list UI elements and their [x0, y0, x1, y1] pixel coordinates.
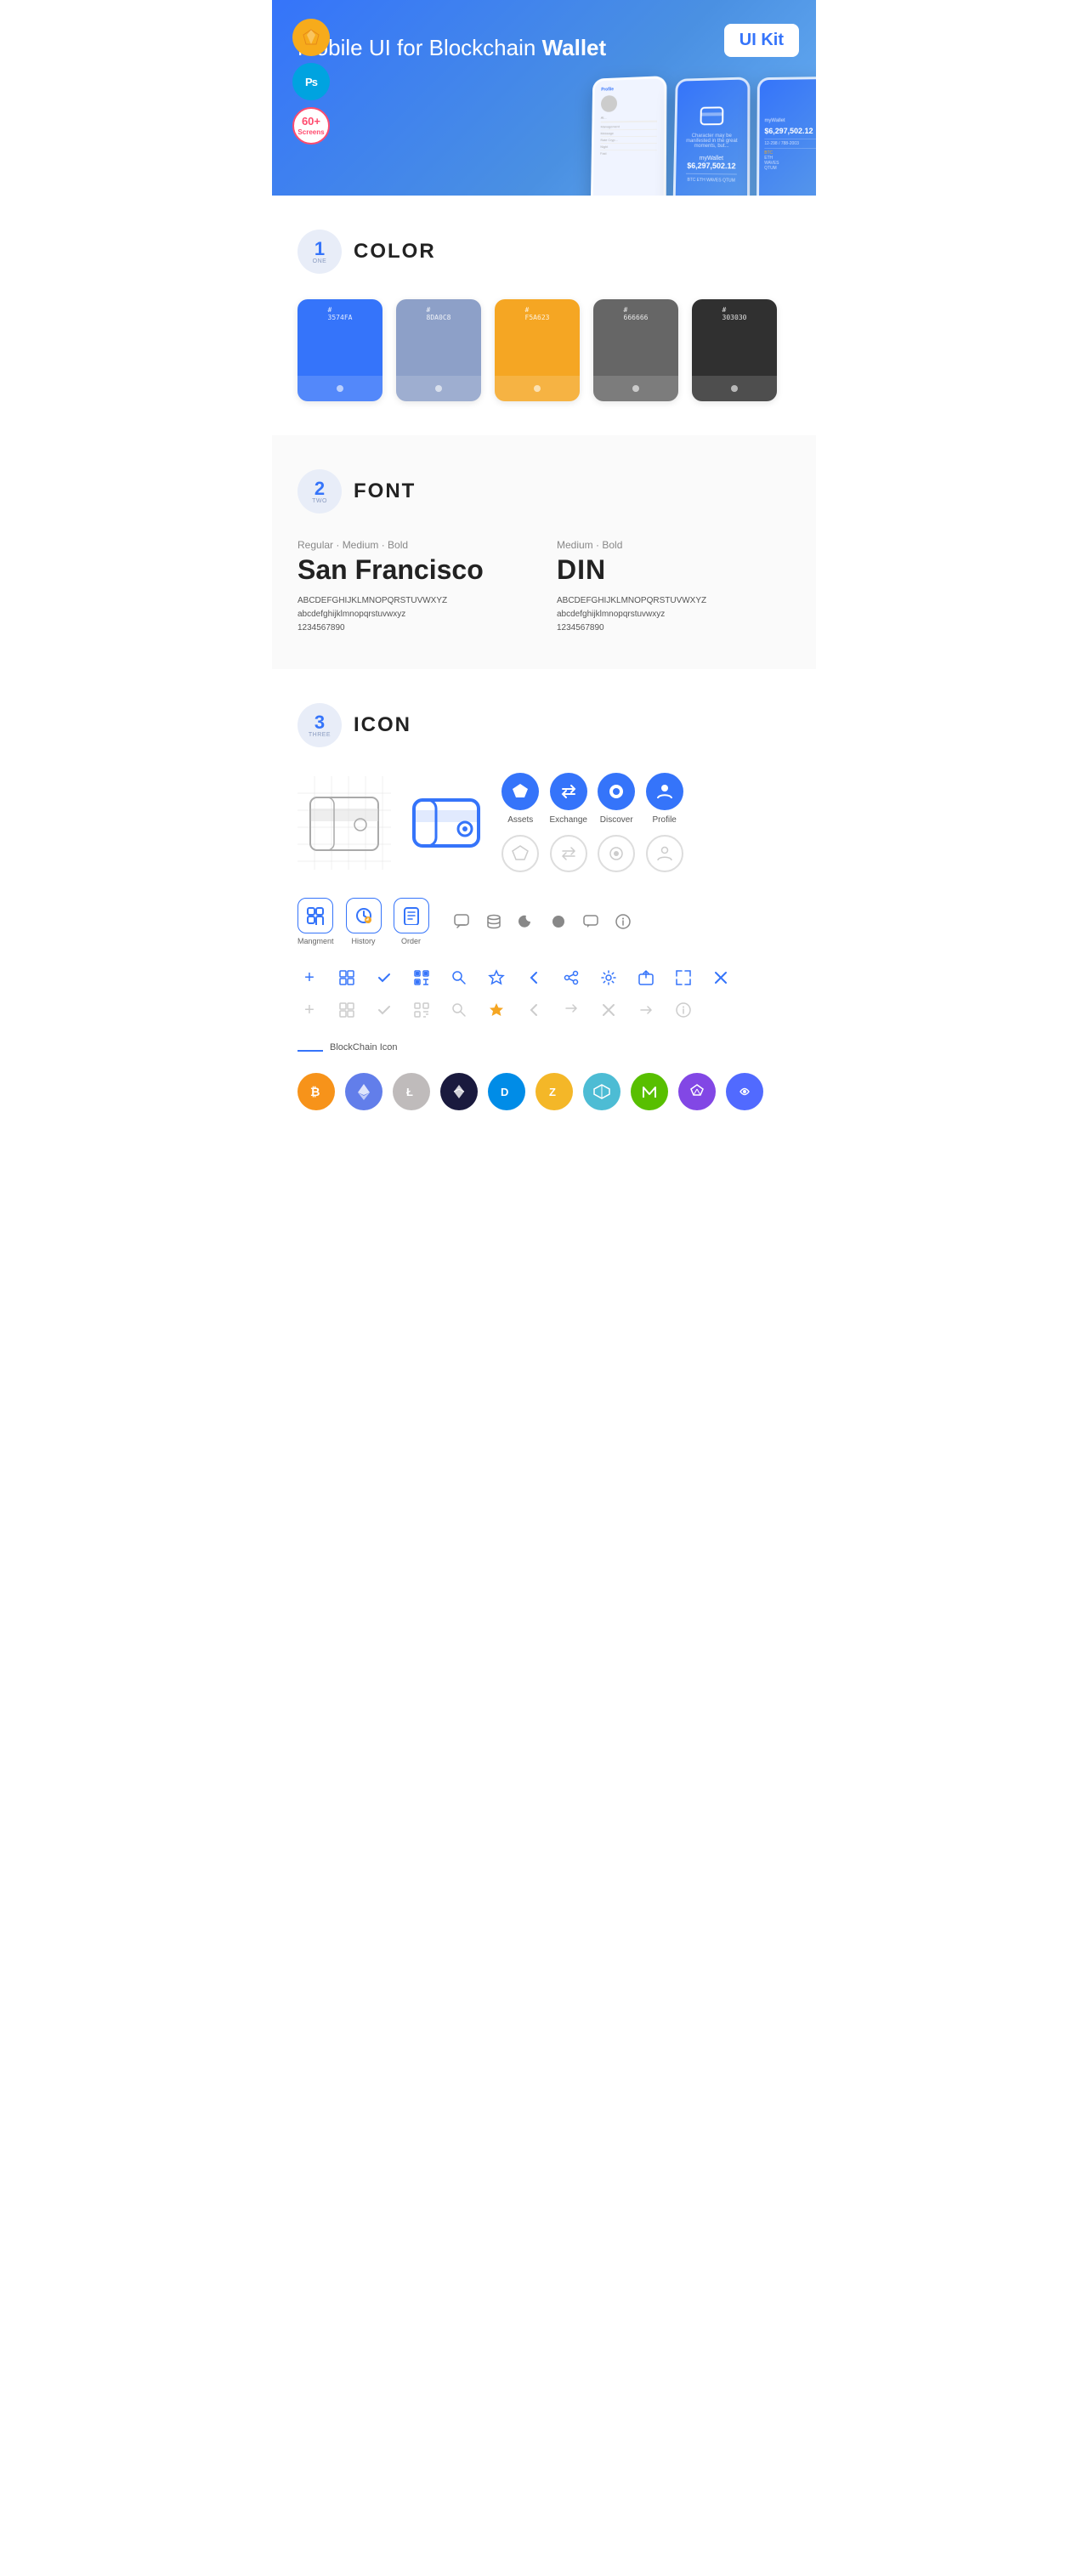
- font-section-header: 2 TWO FONT: [298, 469, 790, 513]
- color-swatches: #3574FA #8DA0C8 #F5A623 #666666 #303030: [298, 299, 790, 401]
- icon-info: [611, 910, 635, 933]
- icon-star: [484, 966, 508, 990]
- icon-circle-solid: [547, 910, 570, 933]
- icon-upload-box: [634, 966, 658, 990]
- icon-discover: Discover: [598, 773, 635, 825]
- swatch-gray: #666666: [593, 299, 678, 401]
- svg-text:₿: ₿: [310, 1085, 320, 1098]
- icon-check-gray: [372, 998, 396, 1022]
- icon-stack: [482, 910, 506, 933]
- crypto-icon-dash: D: [488, 1073, 525, 1110]
- color-section-header: 1 ONE COLOR: [298, 230, 790, 274]
- icon-check: [372, 966, 396, 990]
- icon-profile: Profile: [645, 773, 683, 825]
- icon-chevron-left-gray: [522, 998, 546, 1022]
- screens-badge: 60+ Screens: [292, 107, 330, 145]
- icon-qr: [410, 966, 434, 990]
- svg-text:Ł: Ł: [406, 1086, 413, 1098]
- crypto-icon-wings: [440, 1073, 478, 1110]
- small-icons-gray: +: [298, 998, 790, 1022]
- font-din: Medium · Bold DIN ABCDEFGHIJKLMNOPQRSTUV…: [557, 539, 790, 635]
- icon-share: [559, 966, 583, 990]
- icon-discover-outline: [598, 835, 635, 872]
- svg-text:D: D: [501, 1086, 508, 1098]
- swatch-dark: #303030: [692, 299, 777, 401]
- icon-chat: [450, 910, 473, 933]
- font-san-francisco: Regular · Medium · Bold San Francisco AB…: [298, 539, 531, 635]
- hero-title: Mobile UI for Blockchain Wallet: [298, 34, 790, 63]
- icon-close: [709, 966, 733, 990]
- crypto-icons-row: ₿ Ł D Z: [298, 1073, 790, 1110]
- icon-x-gray: [597, 998, 620, 1022]
- icon-plus: +: [298, 966, 321, 990]
- crypto-icon-matic: [678, 1073, 716, 1110]
- crypto-icon-ltc: Ł: [393, 1073, 430, 1110]
- crypto-icon-zcash: Z: [536, 1073, 573, 1110]
- app-icons-row: Mangment History: [298, 898, 790, 945]
- phone-mockup-left: Profile AI... Management Message Rate Cr…: [591, 76, 667, 196]
- icon-history: History: [346, 898, 382, 945]
- phone-mockups: Profile AI... Management Message Rate Cr…: [590, 77, 816, 196]
- icon-section-header: 3 THREE ICON: [298, 703, 790, 747]
- icon-plus-gray: +: [298, 998, 321, 1022]
- icon-star-yellow: [484, 998, 508, 1022]
- font-section-number: 2 TWO: [298, 469, 342, 513]
- icon-info-gray: [672, 998, 695, 1022]
- icon-search-gray: [447, 998, 471, 1022]
- icon-exchange: Exchange: [549, 773, 586, 825]
- phone-mockup-right: myWallet $6,297,502.12 12-298 / 788-2003…: [756, 77, 816, 196]
- swatch-blue: #3574FA: [298, 299, 382, 401]
- color-section-number: 1 ONE: [298, 230, 342, 274]
- icon-exchange-outline: [549, 835, 586, 872]
- icon-profile-outline: [645, 835, 683, 872]
- icon-settings: [597, 966, 620, 990]
- icon-chevron-left: [522, 966, 546, 990]
- blockchain-header: BlockChain Icon: [298, 1042, 790, 1064]
- swatch-orange: #F5A623: [495, 299, 580, 401]
- ps-badge: Ps: [292, 63, 330, 100]
- icon-order: Order: [394, 898, 429, 945]
- phone-mockup-center: Character may be manifested in the great…: [672, 77, 750, 196]
- divider-line: [298, 1050, 323, 1052]
- crypto-icon-eth: [345, 1073, 382, 1110]
- icon-assets-outline: [502, 835, 539, 872]
- icon-qr-gray: [410, 998, 434, 1022]
- icon-search: [447, 966, 471, 990]
- hero-badges: Ps 60+ Screens: [292, 19, 330, 145]
- crypto-icon-band: [726, 1073, 763, 1110]
- nav-icons-grid: Assets Exchange Discover Profile: [502, 773, 683, 872]
- icon-grid-add: [335, 966, 359, 990]
- icon-resize: [672, 966, 695, 990]
- wallet-colored-icon: [408, 785, 484, 861]
- icon-arrows-gray: [559, 998, 583, 1022]
- icon-forward-gray: [634, 998, 658, 1022]
- hero-section: Mobile UI for Blockchain Wallet UI Kit P…: [272, 0, 816, 196]
- utility-icons-row1: [450, 910, 635, 933]
- ui-kit-badge: UI Kit: [724, 24, 799, 57]
- small-icons-blue: +: [298, 966, 790, 990]
- sketch-badge: [292, 19, 330, 56]
- icon-management: Mangment: [298, 898, 334, 945]
- icon-section: 3 THREE ICON: [272, 669, 816, 1144]
- crypto-icon-btc: ₿: [298, 1073, 335, 1110]
- icon-moon: [514, 910, 538, 933]
- font-section: 2 TWO FONT Regular · Medium · Bold San F…: [272, 435, 816, 669]
- color-section: 1 ONE COLOR #3574FA #8DA0C8 #F5A623 #666…: [272, 196, 816, 435]
- icon-grid-gray: [335, 998, 359, 1022]
- icon-display-row: Assets Exchange Discover Profile: [298, 773, 790, 872]
- icon-section-number: 3 THREE: [298, 703, 342, 747]
- crypto-icon-neo: [631, 1073, 668, 1110]
- font-grid: Regular · Medium · Bold San Francisco AB…: [298, 539, 790, 635]
- icon-chat-bubble: [579, 910, 603, 933]
- crypto-icon-iota: [583, 1073, 620, 1110]
- svg-text:Z: Z: [549, 1086, 556, 1098]
- swatch-gray-blue: #8DA0C8: [396, 299, 481, 401]
- icon-assets: Assets: [502, 773, 539, 825]
- wallet-wireframe-icon: [298, 776, 391, 870]
